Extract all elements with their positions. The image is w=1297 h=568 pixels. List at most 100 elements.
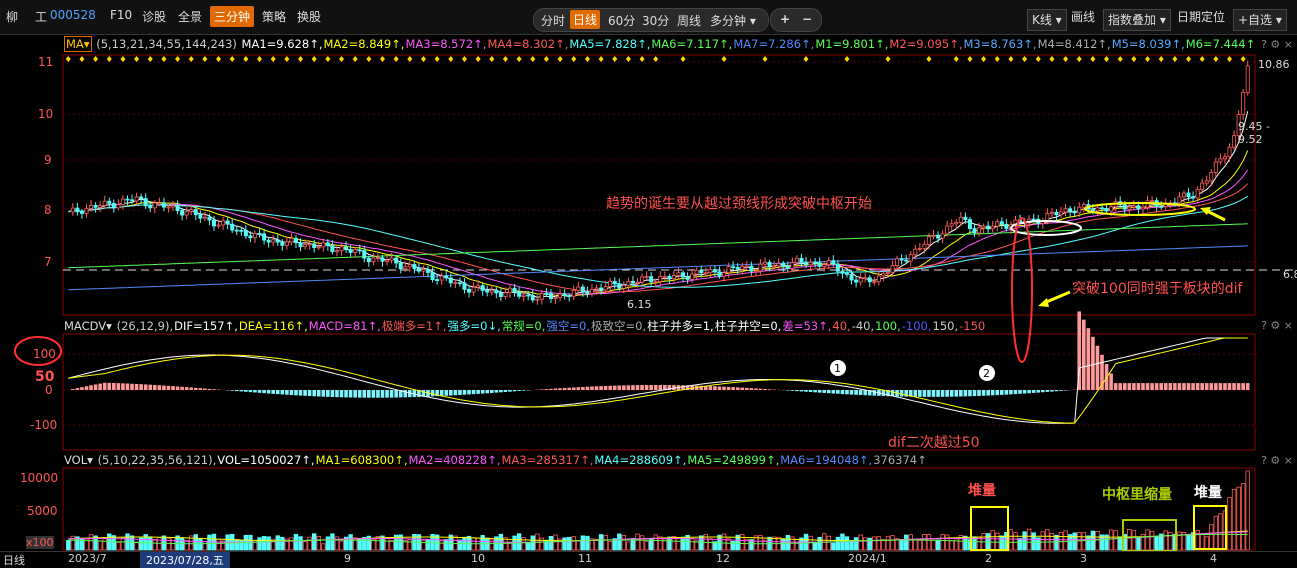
candle-body [285, 242, 288, 245]
period-intraday[interactable]: 分时 [541, 12, 565, 29]
macd-bar [89, 385, 93, 390]
date-3: 3 [1080, 552, 1087, 565]
candle-body [1032, 219, 1035, 220]
volume-bar [1023, 532, 1027, 550]
draw-line-button[interactable]: 画线 [1071, 8, 1095, 25]
diagnose-button[interactable]: 诊股 [142, 8, 166, 25]
candle-body [982, 226, 985, 228]
macd-bar [1055, 390, 1059, 391]
signal-diamond [1090, 56, 1095, 62]
candle-body [130, 200, 133, 201]
panorama-button[interactable]: 全景 [178, 8, 202, 25]
macd-bar [718, 386, 722, 390]
candle-body [117, 205, 120, 208]
macd-bar [1009, 390, 1013, 394]
volume-bar [599, 535, 603, 550]
candle-body [226, 221, 229, 224]
macd-bar [750, 388, 754, 390]
volume-bar [1155, 536, 1159, 550]
signal-diamond [885, 56, 890, 62]
zoom-control: + − [770, 8, 822, 32]
switch-stock-button[interactable]: 换股 [297, 8, 321, 25]
candle-body [549, 294, 552, 299]
period-60min[interactable]: 60分 [608, 12, 635, 29]
signal-diamond [1131, 56, 1136, 62]
date-locate-button[interactable]: 日期定位 [1177, 8, 1225, 25]
price-mid-tag: 9.45 - 9.52 [1238, 120, 1297, 146]
candle-body [627, 281, 630, 285]
candle-body [1137, 206, 1140, 209]
candle-body [94, 205, 97, 207]
macd-bar [1196, 383, 1200, 390]
macd_legend-part: 极端多=1↑, [382, 319, 447, 333]
candle-body [631, 281, 634, 282]
volume-bar [440, 541, 444, 550]
candle-body [367, 258, 370, 262]
candle-body [467, 289, 470, 292]
candle-body [809, 262, 812, 265]
signal-diamond [981, 56, 986, 62]
macd-bar [153, 385, 157, 390]
candle-body [572, 290, 575, 296]
macd-bar [982, 390, 986, 396]
candle-body [686, 277, 689, 279]
zoom-out-button[interactable]: − [802, 12, 812, 26]
stock-code[interactable]: 000528 [50, 8, 96, 22]
vol-indicator-dropdown[interactable]: VOL▾ [64, 453, 93, 467]
macd-bar [613, 386, 617, 390]
candle-body [290, 238, 293, 242]
candle-body [1246, 66, 1249, 93]
macd-bar [1118, 383, 1122, 390]
candle-body [713, 270, 716, 272]
signal-diamond [1036, 56, 1041, 62]
signal-diamond [503, 56, 508, 62]
period-label[interactable]: 日线 [3, 552, 25, 568]
ma-indicator-dropdown[interactable]: MA▾ [64, 36, 92, 52]
candle-body [531, 295, 534, 300]
candle-body [445, 276, 448, 278]
zoom-in-button[interactable]: + [780, 12, 790, 26]
macd-bar [394, 390, 398, 398]
volume-bar [677, 539, 681, 550]
volume-bar [1187, 534, 1191, 550]
candle-body [508, 288, 511, 292]
period-weekly[interactable]: 周线 [677, 12, 701, 29]
volume-bar [426, 540, 430, 550]
ma_legend-part: MA3=8.572↑, [405, 37, 486, 51]
f10-button[interactable]: F10 [110, 8, 132, 22]
macd-bar [513, 390, 517, 391]
candle-body [1128, 207, 1131, 209]
strategy-button[interactable]: 策略 [262, 8, 286, 25]
period-multi-minute[interactable]: 多分钟 ▾ [710, 12, 756, 29]
macd_legend-part: DEA=116↑, [239, 319, 308, 333]
date-12: 12 [716, 552, 730, 565]
macd-bar [344, 390, 348, 397]
macd-bar [71, 389, 75, 390]
volume-bar [153, 539, 157, 550]
kline-dropdown[interactable]: K线 ▾ [1027, 9, 1067, 31]
candle-body [454, 283, 457, 284]
macd-bar [850, 390, 854, 395]
candle-body [868, 278, 871, 282]
add-watchlist-dropdown[interactable]: +自选 ▾ [1233, 9, 1287, 31]
candle-body [149, 206, 152, 208]
index-overlay-dropdown[interactable]: 指数叠加 ▾ [1103, 9, 1171, 31]
candle-body [308, 244, 311, 245]
three-minute-button[interactable]: 三分钟 [210, 6, 254, 27]
macd-bar [736, 387, 740, 390]
panel-settings-icon[interactable]: ? ⚙ × [1261, 38, 1293, 51]
period-daily[interactable]: 日线 [570, 10, 600, 29]
period-30min[interactable]: 30分 [642, 12, 669, 29]
macd-bar [326, 390, 330, 397]
volume-bar [991, 531, 995, 550]
candle-body [1100, 208, 1103, 209]
macd-indicator-dropdown[interactable]: MACDV▾ [64, 319, 112, 333]
macd-bar [1123, 383, 1127, 390]
volume-bar [904, 535, 908, 550]
macd-settings-icon[interactable]: ? ⚙ × [1261, 319, 1293, 332]
volume-bar [185, 540, 189, 550]
macd-bar [827, 390, 831, 393]
signal-diamond [107, 56, 112, 62]
vol-settings-icon[interactable]: ? ⚙ × [1261, 454, 1293, 467]
candle-body [99, 206, 102, 208]
